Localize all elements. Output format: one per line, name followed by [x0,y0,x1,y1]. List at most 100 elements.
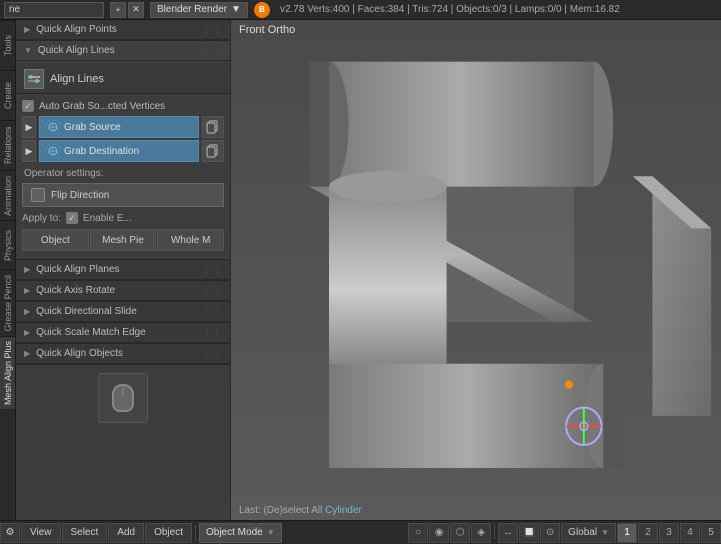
quick-align-objects-header[interactable]: ▶ Quick Align Objects ⋮⋮ [16,344,230,364]
viewport-3d[interactable]: Front Ortho [231,20,721,520]
scene-name[interactable]: ne [4,2,104,18]
mouse-scroll-line [123,386,124,396]
engine-icon-btn[interactable]: ⚙ [0,523,20,543]
qao-arrow: ▶ [24,349,30,358]
grab-source-expand[interactable]: ▶ [22,116,36,138]
qap-arrow: ▶ [24,265,30,274]
quick-align-lines-header[interactable]: ▼ Quick Align Lines ⋮⋮ [16,41,230,61]
vtab-relations[interactable]: Relations [0,120,16,170]
close-scene-icon[interactable]: ✕ [128,2,144,18]
quick-align-planes-header[interactable]: ▶ Quick Align Planes ⋮⋮ [16,260,230,280]
mode-selector[interactable]: Object Mode ▼ [199,523,282,543]
flip-direction-label: Flip Direction [51,190,109,201]
qsm-arrow: ▶ [24,328,30,337]
blender-logo: B [254,2,270,18]
bottom-bar: ⚙ View Select Add Object Object Mode ▼ ○… [0,520,721,544]
grab-source-button[interactable]: Grab Source [39,116,199,138]
stats-info: v2.78 Verts:400 | Faces:384 | Tris:724 |… [280,4,620,15]
manipulator-toggle[interactable]: ↔ [498,523,518,543]
vtab-grease-pencil[interactable]: Grease Pencil [0,270,16,336]
quick-scale-match-section: ▶ Quick Scale Match Edge ⋮⋮ [16,323,230,344]
add-menu[interactable]: Add [108,523,144,543]
bottom-icons: ○ ◉ ⬡ ◈ ↔ 🔲 ⊙ [408,523,560,543]
quick-align-objects-section: ▶ Quick Align Objects ⋮⋮ [16,344,230,365]
qao-label: Quick Align Objects [36,348,123,359]
render-preview[interactable]: ◈ [471,523,491,543]
layer-5[interactable]: 5 [701,523,721,543]
viewport-scene [231,20,721,520]
grab-source-row: ▶ Grab Source [22,116,224,138]
proportional-edit[interactable]: ⊙ [540,523,560,543]
quick-align-points-label: Quick Align Points [36,24,117,35]
grab-destination-icon [46,144,60,158]
align-lines-icon [24,69,44,89]
render-engine-selector[interactable]: Blender Render ▼ [150,2,248,18]
qar-drag: ⋮⋮ [202,285,222,296]
select-menu[interactable]: Select [62,523,108,543]
grab-destination-label: Grab Destination [64,146,139,157]
auto-grab-label: Auto Grab So...cted Vertices [39,101,165,112]
last-op-text: (De)select All [263,505,322,516]
vtab-physics[interactable]: Physics [0,220,16,270]
top-bar: ne + ✕ Blender Render ▼ B v2.78 Verts:40… [0,0,721,20]
grab-destination-copy[interactable] [202,140,224,162]
global-selector[interactable]: Global ▼ [561,523,616,543]
qao-drag: ⋮⋮ [202,348,222,359]
align-lines-content: Align Lines ✓ Auto Grab So...cted Vertic… [16,61,230,259]
enable-e-checkbox[interactable]: ✓ [66,212,78,224]
quick-scale-match-header[interactable]: ▶ Quick Scale Match Edge ⋮⋮ [16,323,230,343]
grab-destination-expand[interactable]: ▶ [22,140,36,162]
viewport-shading-wire[interactable]: ◉ [429,523,449,543]
layer-4[interactable]: 4 [680,523,700,543]
auto-grab-row: ✓ Auto Grab So...cted Vertices [22,98,224,114]
quick-align-lines-section: ▼ Quick Align Lines ⋮⋮ Al [16,41,230,260]
quick-align-points-arrow: ▶ [24,25,30,34]
qds-drag: ⋮⋮ [202,306,222,317]
viewport-overlay[interactable]: ⬡ [450,523,470,543]
snap-toggle[interactable]: 🔲 [519,523,539,543]
grab-source-icon [46,120,60,134]
view-menu[interactable]: View [21,523,61,543]
quick-align-lines-arrow: ▼ [24,46,32,55]
quick-align-points-drag: ⋮⋮ [202,24,222,35]
object-menu[interactable]: Object [145,523,192,543]
qds-label: Quick Directional Slide [36,306,137,317]
layer-1[interactable]: 1 [617,523,637,543]
quick-axis-rotate-header[interactable]: ▶ Quick Axis Rotate ⋮⋮ [16,281,230,301]
mesh-pie-button[interactable]: Mesh Pie [90,229,157,251]
flip-direction-button[interactable]: Flip Direction [22,183,224,207]
operator-settings-label: Operator settings: [22,164,224,181]
object-button[interactable]: Object [22,229,89,251]
viewport-shading-solid[interactable]: ○ [408,523,428,543]
qds-arrow: ▶ [24,307,30,316]
grab-destination-button[interactable]: Grab Destination [39,140,199,162]
grab-source-copy[interactable] [202,116,224,138]
sidebar-navigator [16,365,230,431]
quick-axis-rotate-section: ▶ Quick Axis Rotate ⋮⋮ [16,281,230,302]
whole-m-button[interactable]: Whole M [157,229,224,251]
quick-align-points-header[interactable]: ▶ Quick Align Points ⋮⋮ [16,20,230,40]
vtab-tools[interactable]: Tools [0,20,16,70]
qap-label: Quick Align Planes [36,264,119,275]
vertical-tabs: Tools Create Relations Animation Physics… [0,20,16,520]
layer-3[interactable]: 3 [659,523,679,543]
qap-drag: ⋮⋮ [202,264,222,275]
grab-destination-row: ▶ Grab Destination [22,140,224,162]
mode-label: Object Mode [206,527,263,538]
last-op-prefix: Last: [239,505,261,516]
grab-source-label: Grab Source [64,122,121,133]
quick-align-lines-label: Quick Align Lines [38,45,115,56]
layer-icons: 1 2 3 4 5 [617,523,721,543]
vtab-mesh-align-plus[interactable]: Mesh Align Plus [0,336,16,409]
vtab-create[interactable]: Create [0,70,16,120]
qsm-label: Quick Scale Match Edge [36,327,146,338]
layer-2[interactable]: 2 [638,523,658,543]
quick-align-points-section: ▶ Quick Align Points ⋮⋮ [16,20,230,41]
quick-align-planes-section: ▶ Quick Align Planes ⋮⋮ [16,260,230,281]
flip-direction-indicator [31,188,45,202]
auto-grab-checkbox[interactable]: ✓ [22,100,34,112]
add-scene-icon[interactable]: + [110,2,126,18]
quick-directional-slide-header[interactable]: ▶ Quick Directional Slide ⋮⋮ [16,302,230,322]
apply-to-label: Apply to: [22,213,61,224]
vtab-animation[interactable]: Animation [0,170,16,220]
